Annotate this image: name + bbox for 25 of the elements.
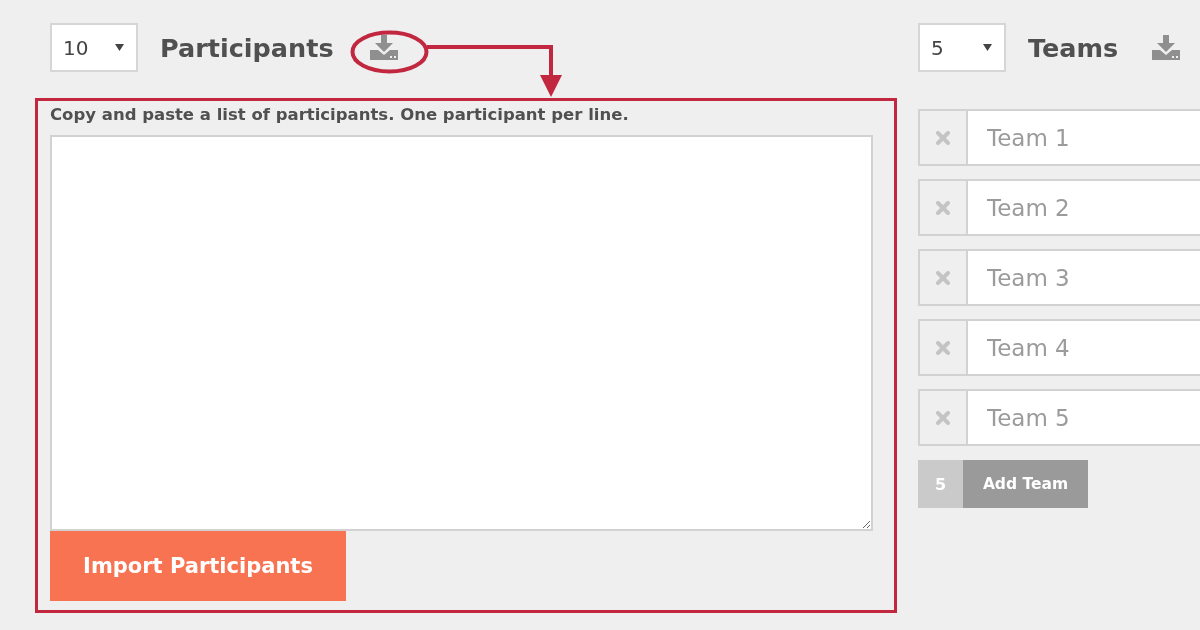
team-name-input[interactable]: Team 2 <box>966 179 1200 236</box>
close-icon <box>936 200 950 215</box>
team-name-input[interactable]: Team 3 <box>966 249 1200 306</box>
participants-textarea[interactable] <box>50 135 873 531</box>
close-icon <box>936 130 950 145</box>
teams-title: Teams <box>1028 32 1119 63</box>
team-name-input[interactable]: Team 1 <box>966 109 1200 166</box>
remove-button[interactable] <box>918 249 966 306</box>
caret-icon <box>983 44 992 51</box>
close-icon <box>936 410 950 425</box>
team-name-input[interactable]: Team 4 <box>966 319 1200 376</box>
download-icon[interactable] <box>369 35 398 60</box>
remove-button[interactable] <box>918 389 966 446</box>
remove-button[interactable] <box>918 109 966 166</box>
count-select[interactable]: 10 <box>50 23 138 72</box>
close-icon <box>936 270 950 285</box>
download-icon[interactable] <box>1152 35 1181 60</box>
caret-icon <box>115 44 124 51</box>
instructions-text: Copy and paste a list of participants. One participant per line. <box>50 104 629 126</box>
team-name-input[interactable]: Team 5 <box>966 389 1200 446</box>
count-select[interactable]: 5 <box>918 23 1006 72</box>
close-icon <box>936 340 950 355</box>
participants-title: Participants <box>160 32 334 63</box>
remove-button[interactable] <box>918 179 966 236</box>
remove-button[interactable] <box>918 319 966 376</box>
